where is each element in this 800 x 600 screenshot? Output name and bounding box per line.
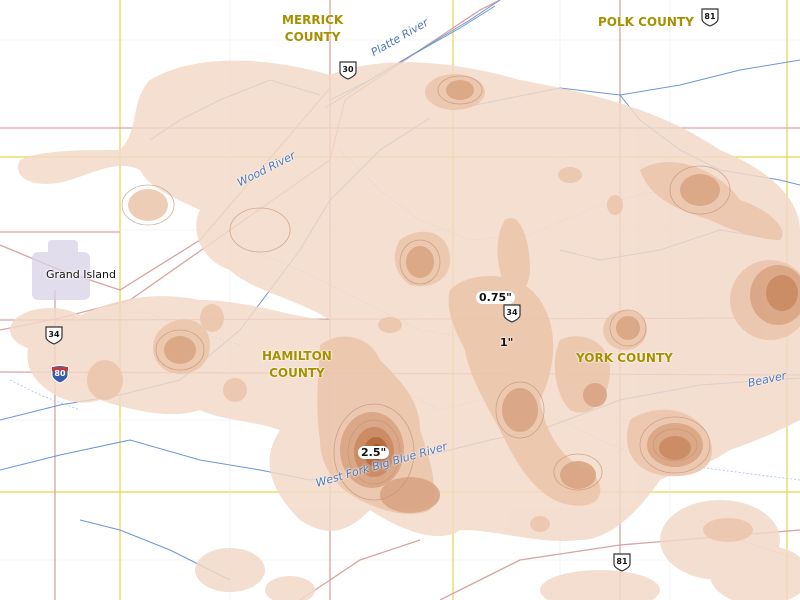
us34-east-shield-number: 34 (506, 308, 518, 317)
us30-shield-number: 30 (342, 65, 354, 74)
county-label-merrick: MERRICK COUNTY (282, 13, 344, 45)
us81-north-shield-number: 81 (704, 12, 716, 21)
us-highway-shield-icon: 81 (612, 552, 632, 572)
us-highway-shield-icon: 81 (700, 7, 720, 27)
rainfall-label-one-inch: 1" (500, 336, 514, 349)
city-label-grand-island: Grand Island (46, 268, 116, 281)
us-highway-shield-icon: 34 (502, 303, 522, 323)
interstate-shield-icon: 80 (50, 364, 70, 384)
us-highway-shield-icon: 30 (338, 60, 358, 80)
county-label-polk: POLK COUNTY (598, 15, 694, 29)
us-highway-shield-icon: 34 (44, 325, 64, 345)
map-canvas[interactable] (0, 0, 800, 600)
rainfall-label-peak: 2.5" (358, 446, 390, 459)
rainfall-map[interactable]: MERRICK COUNTY POLK COUNTY HAMILTON COUN… (0, 0, 800, 600)
county-label-hamilton: HAMILTON COUNTY (262, 349, 332, 381)
county-label-york: YORK COUNTY (576, 351, 673, 365)
us34-west-shield-number: 34 (48, 330, 60, 339)
i80-shield-number: 80 (54, 369, 66, 378)
us81-south-shield-number: 81 (616, 557, 628, 566)
